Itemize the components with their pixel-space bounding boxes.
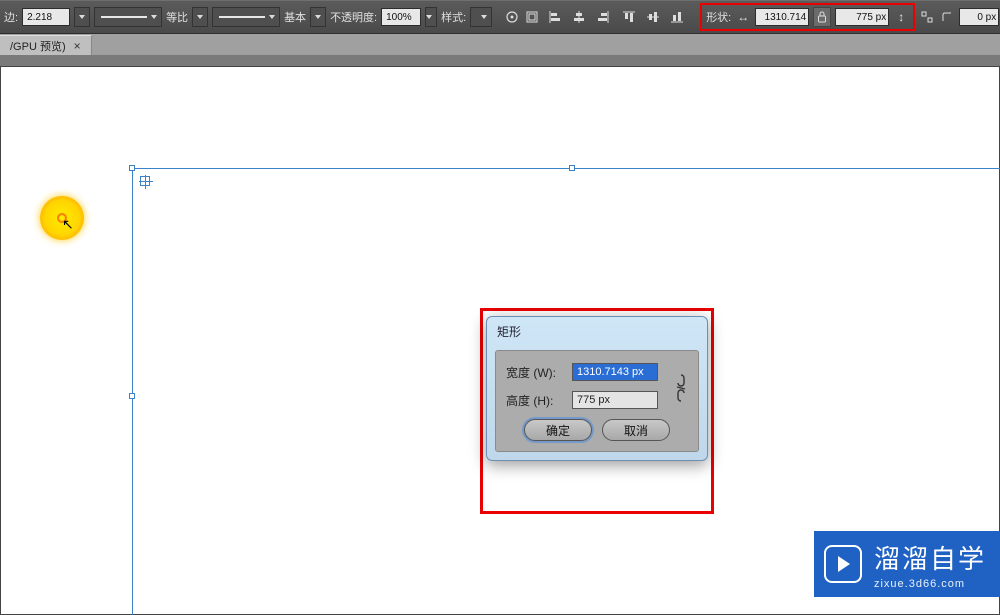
corner-radius-input[interactable] — [959, 8, 999, 26]
resize-handle-nw[interactable] — [129, 165, 135, 171]
basic-label: 基本 — [284, 9, 306, 25]
ok-button[interactable]: 确定 — [524, 419, 592, 441]
style-label: 样式: — [441, 9, 466, 25]
scale-dropdown[interactable] — [192, 7, 208, 27]
document-tab[interactable]: /GPU 预览) × — [0, 35, 92, 55]
options-toolbar: 边: 等比 基本 不透明度: 样式: 形状: ↔ — [0, 0, 1000, 34]
cursor-arrow-icon: ↖ — [62, 216, 74, 233]
dialog-body: 宽度 (W): 高度 (H): 确定 取消 — [495, 350, 699, 452]
shape-size-group: 形状: ↔ ↕ — [700, 3, 915, 31]
document-setup-icon[interactable] — [504, 6, 520, 28]
resize-handle-w[interactable] — [129, 393, 135, 399]
align-left-icon[interactable] — [544, 6, 566, 28]
watermark-banner: 溜溜自学 zixue.3d66.com — [814, 531, 1000, 597]
play-icon — [824, 545, 862, 583]
height-icon: ↕ — [893, 6, 909, 28]
height-field-row: 高度 (H): — [506, 391, 688, 409]
corner-type-icon[interactable] — [939, 6, 955, 28]
scale-label: 等比 — [166, 9, 188, 25]
height-field-label: 高度 (H): — [506, 392, 568, 409]
opacity-input[interactable] — [381, 8, 421, 26]
document-tab-title: /GPU 预览) — [10, 38, 66, 54]
stroke-style-dropdown[interactable] — [94, 7, 162, 27]
shape-width-input[interactable] — [755, 8, 809, 26]
align-top-icon[interactable] — [618, 6, 640, 28]
brush-style-dropdown[interactable] — [212, 7, 280, 27]
rectangle-dialog: 矩形 宽度 (W): 高度 (H): 确定 取消 — [486, 316, 708, 461]
watermark-brand: 溜溜自学 — [874, 539, 986, 576]
dialog-height-input[interactable] — [572, 391, 658, 409]
cursor-highlight: ↖ — [40, 196, 84, 240]
canvas-area[interactable]: ↖ 矩形 宽度 (W): 高度 (H): 确定 — [0, 56, 1000, 615]
width-field-row: 宽度 (W): — [506, 363, 688, 381]
opacity-dropdown[interactable] — [425, 7, 437, 27]
line-sample-icon — [101, 16, 147, 18]
stroke-weight-input[interactable] — [22, 8, 70, 26]
constrain-proportions-icon[interactable] — [674, 373, 688, 406]
align-hcenter-icon[interactable] — [568, 6, 590, 28]
opacity-label: 不透明度: — [330, 9, 377, 25]
shape-height-input[interactable] — [835, 8, 889, 26]
stroke-weight-dropdown[interactable] — [74, 7, 90, 27]
brush-sample-icon — [219, 16, 265, 18]
corner-link-icon[interactable] — [919, 6, 935, 28]
shape-label: 形状: — [706, 9, 731, 25]
dialog-title: 矩形 — [487, 317, 707, 346]
watermark-text: 溜溜自学 zixue.3d66.com — [874, 539, 986, 590]
dialog-width-input[interactable] — [572, 363, 658, 381]
align-right-icon[interactable] — [592, 6, 614, 28]
align-vcenter-icon[interactable] — [642, 6, 664, 28]
document-tab-bar: /GPU 预览) × — [0, 34, 1000, 56]
origin-indicator-icon — [140, 176, 150, 186]
cancel-button[interactable]: 取消 — [602, 419, 670, 441]
vertical-align-group — [618, 6, 688, 28]
horizontal-align-group — [544, 6, 614, 28]
align-bottom-icon[interactable] — [666, 6, 688, 28]
resize-handle-n[interactable] — [569, 165, 575, 171]
lock-aspect-button[interactable] — [813, 7, 831, 27]
basic-dropdown[interactable] — [310, 7, 326, 27]
graphic-style-dropdown[interactable] — [470, 7, 492, 27]
preferences-icon[interactable] — [524, 6, 540, 28]
width-icon: ↔ — [735, 6, 751, 28]
dialog-button-row: 确定 取消 — [506, 419, 688, 441]
width-field-label: 宽度 (W): — [506, 364, 568, 381]
watermark-url: zixue.3d66.com — [874, 578, 986, 590]
stroke-label: 边: — [4, 9, 18, 25]
close-icon[interactable]: × — [74, 39, 81, 53]
